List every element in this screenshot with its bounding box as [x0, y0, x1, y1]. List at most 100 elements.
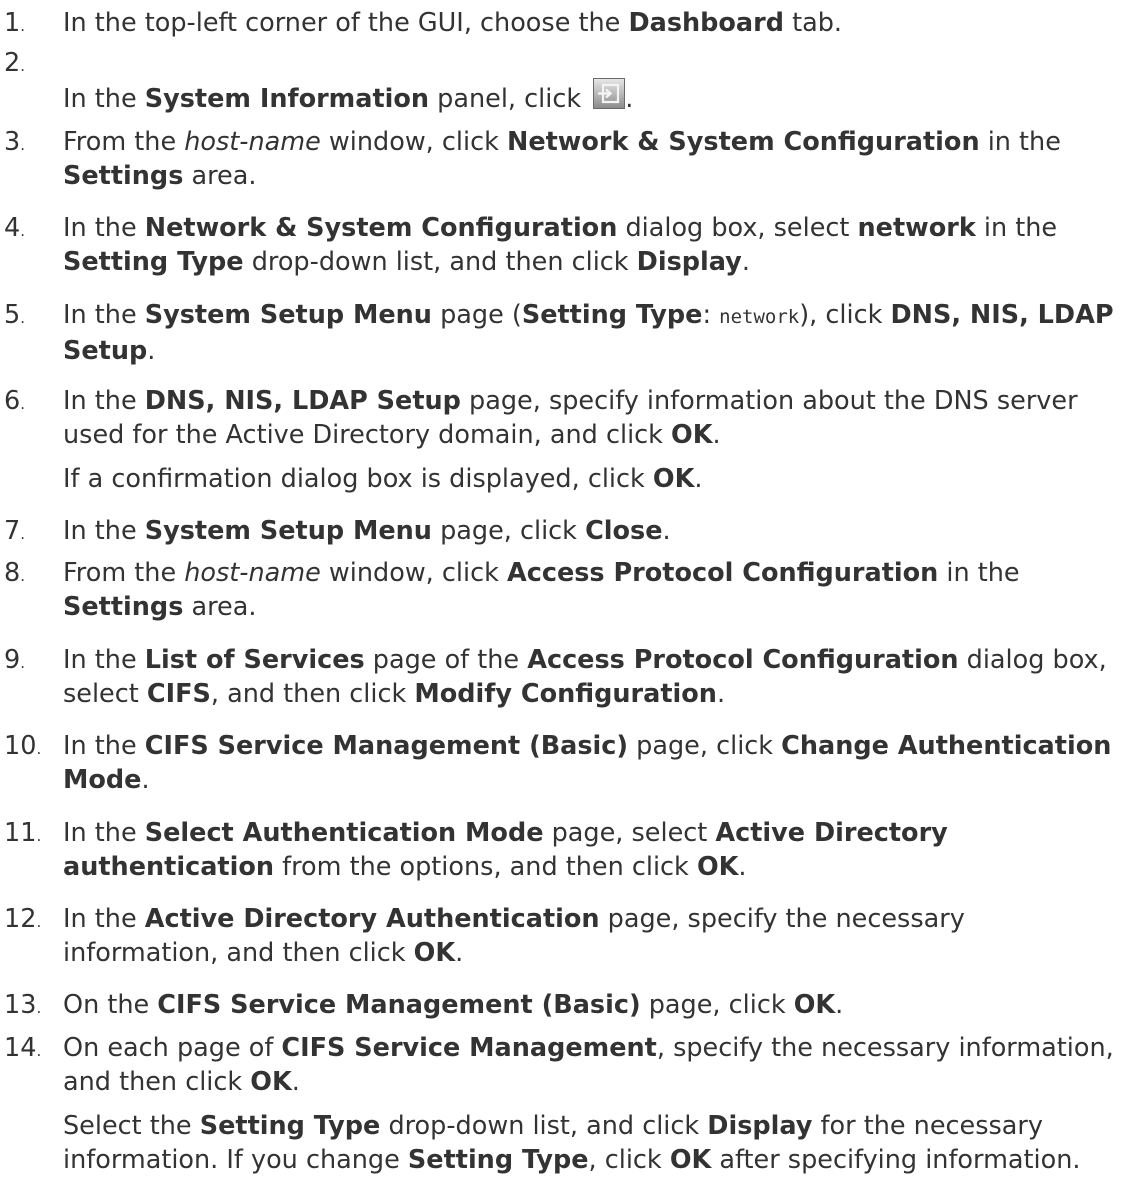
text-run: In the — [63, 84, 145, 114]
ui-term: CIFS Service Management (Basic) — [157, 990, 641, 1020]
text-run: dialog box, select — [617, 213, 858, 243]
text-run: page ( — [431, 300, 522, 330]
text-run: from the options, and then click — [274, 852, 697, 882]
text-run: window, click — [320, 558, 507, 588]
step-paragraph: In the System Information panel, click . — [63, 78, 1120, 116]
text-run: . — [141, 765, 150, 795]
text-run: area. — [183, 592, 257, 622]
step-4: 4. In the Network & System Configuration… — [0, 211, 1120, 277]
step-text: In the Network & System Configuration di… — [63, 211, 1120, 279]
ui-term: Setting Type — [199, 1111, 381, 1141]
variable-term: host-name — [184, 127, 321, 157]
ui-term: Modify Configuration — [414, 679, 717, 709]
ui-term: Settings — [63, 161, 184, 191]
ui-term: Display — [636, 247, 742, 277]
variable-term: host-name — [184, 558, 321, 588]
step-paragraph: In the CIFS Service Management (Basic) p… — [63, 729, 1120, 797]
step-paragraph: In the Active Directory Authentication p… — [63, 902, 1120, 970]
step-text: In the DNS, NIS, LDAP Setup page, specif… — [63, 384, 1120, 496]
ui-term: Setting Type — [407, 1145, 589, 1175]
text-run: On the — [63, 990, 158, 1020]
text-run: : — [702, 300, 720, 330]
step-paragraph: From the host-name window, click Network… — [63, 125, 1120, 193]
step-text: In the Active Directory Authentication p… — [63, 902, 1120, 970]
step-number: 2. — [4, 48, 26, 78]
ui-term: DNS, NIS, LDAP Setup — [144, 386, 461, 416]
step-number: 4. — [4, 213, 26, 243]
step-text: In the CIFS Service Management (Basic) p… — [63, 729, 1120, 797]
ui-term: Select Authentication Mode — [144, 818, 544, 848]
text-run: . — [741, 247, 750, 277]
text-run: window, click — [320, 127, 507, 157]
step-number: 14. — [4, 1033, 42, 1063]
text-run: If a confirmation dialog box is displaye… — [63, 464, 653, 494]
step-paragraph: Select the Setting Type drop-down list, … — [63, 1109, 1120, 1177]
text-run: in the — [979, 127, 1061, 157]
step-number: 1. — [4, 8, 26, 38]
code-value: network — [719, 306, 800, 328]
export-arrow-icon[interactable] — [593, 78, 626, 109]
text-run: . — [625, 84, 634, 114]
step-text: In the System Information panel, click . — [63, 78, 1120, 116]
step-text: On each page of CIFS Service Management,… — [63, 1031, 1120, 1177]
ui-term: System Information — [144, 84, 430, 114]
step-number: 10. — [4, 731, 42, 761]
step-paragraph: In the System Setup Menu page, click Clo… — [63, 514, 1120, 548]
step-number: 7. — [4, 516, 26, 546]
step-paragraph: In the top-left corner of the GUI, choos… — [63, 6, 1120, 40]
step-12: 12. In the Active Directory Authenticati… — [0, 902, 1120, 968]
text-run: page of the — [364, 645, 528, 675]
text-run: page, select — [543, 818, 716, 848]
text-run: drop-down list, and click — [380, 1111, 708, 1141]
ui-term: Access Protocol Configuration — [506, 558, 939, 588]
text-run: In the — [63, 818, 145, 848]
ui-term: Active Directory Authentication — [144, 904, 600, 934]
text-run: . — [147, 336, 156, 366]
text-run: in the — [938, 558, 1020, 588]
step-number: 3. — [4, 127, 26, 157]
step-paragraph: In the System Setup Menu page (Setting T… — [63, 298, 1120, 368]
step-text: In the Select Authentication Mode page, … — [63, 816, 1120, 884]
step-number: 5. — [4, 300, 26, 330]
ui-term: Dashboard — [628, 8, 784, 38]
step-8: 8. From the host-name window, click Acce… — [0, 556, 1120, 622]
text-run: In the — [63, 213, 145, 243]
ui-term: Display — [707, 1111, 813, 1141]
step-text: On the CIFS Service Management (Basic) p… — [63, 988, 1120, 1022]
text-run: tab. — [783, 8, 842, 38]
text-run: . — [835, 990, 844, 1020]
text-run: in the — [975, 213, 1058, 243]
text-run: page, click — [640, 990, 794, 1020]
step-text: From the host-name window, click Network… — [63, 125, 1120, 193]
text-run: panel, click — [429, 84, 590, 114]
text-run: In the — [63, 516, 145, 546]
text-run: page, click — [628, 731, 782, 761]
ui-term: Settings — [63, 592, 184, 622]
step-number: 9. — [4, 645, 26, 675]
step-14: 14. On each page of CIFS Service Managem… — [0, 1031, 1120, 1175]
step-13: 13. On the CIFS Service Management (Basi… — [0, 988, 1120, 1022]
step-5: 5. In the System Setup Menu page (Settin… — [0, 298, 1120, 366]
step-paragraph: In the Select Authentication Mode page, … — [63, 816, 1120, 884]
ui-term: Network & System Configuration — [506, 127, 980, 157]
step-number: 13. — [4, 990, 42, 1020]
step-text: In the top-left corner of the GUI, choos… — [63, 6, 1120, 40]
step-11: 11. In the Select Authentication Mode pa… — [0, 816, 1120, 882]
step-number: 11. — [4, 818, 42, 848]
step-1: 1. In the top-left corner of the GUI, ch… — [0, 6, 1120, 40]
text-run: On each page of — [63, 1033, 282, 1063]
ui-term: Close — [585, 516, 663, 546]
step-number: 12. — [4, 904, 42, 934]
step-text: In the System Setup Menu page, click Clo… — [63, 514, 1120, 548]
step-paragraph: On the CIFS Service Management (Basic) p… — [63, 988, 1120, 1022]
text-run: . — [455, 938, 464, 968]
text-run: ), click — [799, 300, 891, 330]
step-6: 6. In the DNS, NIS, LDAP Setup page, spe… — [0, 384, 1120, 494]
ui-term: OK — [250, 1067, 292, 1097]
ui-term: CIFS Service Management — [281, 1033, 657, 1063]
step-2: 2. In the System Information panel, clic… — [0, 48, 1120, 114]
text-run: , and then click — [210, 679, 415, 709]
step-paragraph: In the DNS, NIS, LDAP Setup page, specif… — [63, 384, 1120, 452]
ui-term: OK — [413, 938, 456, 968]
step-paragraph: If a confirmation dialog box is displaye… — [63, 462, 1120, 496]
